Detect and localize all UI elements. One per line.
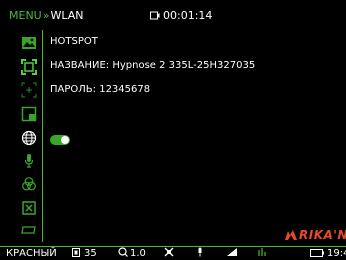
password-label: ПАРОЛЬ:	[50, 84, 97, 95]
stabilizer-icon	[164, 247, 174, 260]
video-record-icon	[150, 11, 160, 20]
palette-mode: КРАСНЫЙ	[6, 248, 57, 259]
recording-time: 00:01:14	[163, 9, 213, 22]
password-row: ПАРОЛЬ: 12345678	[50, 84, 150, 96]
header-bar: MENU»WLAN 00:01:14	[0, 0, 346, 30]
zoom-level: 1.0	[130, 248, 146, 259]
picture-in-picture-icon[interactable]	[21, 106, 37, 122]
crosshair-icon[interactable]	[21, 82, 37, 98]
network-name-value: Hypnose 2 335L-25H327035	[112, 60, 256, 71]
battery-icon[interactable]	[21, 222, 37, 238]
focus-frame-icon[interactable]	[21, 59, 37, 75]
brand-logo: RIKA'N	[284, 228, 346, 242]
breadcrumb-menu[interactable]: MENU	[9, 9, 42, 22]
globe-icon[interactable]	[21, 130, 37, 146]
sidebar	[16, 30, 43, 242]
password-value: 12345678	[99, 84, 151, 95]
breadcrumb: MENU»WLAN	[9, 9, 83, 22]
battery-status-icon	[310, 247, 324, 260]
mic-status-icon	[196, 247, 204, 260]
breadcrumb-current: WLAN	[50, 9, 84, 22]
network-name-row: НАЗВАНИЕ: Hypnose 2 335L-25H327035	[50, 60, 255, 72]
clock-time: 19:4	[327, 248, 346, 259]
hotspot-mode-label: HOTSPOT	[50, 36, 98, 47]
recording-timer: 00:01:14	[150, 9, 212, 22]
image-icon[interactable]	[21, 35, 37, 51]
wifi-status-icon	[226, 247, 238, 260]
breadcrumb-separator: »	[42, 9, 50, 22]
device-screen: MENU»WLAN 00:01:14 HOTSPOT НАЗВАНИЕ: Hyp…	[0, 0, 346, 260]
status-value: 35	[84, 248, 97, 259]
zoom-icon	[118, 247, 128, 260]
brightness-icon	[72, 247, 80, 260]
status-bar: КРАСНЫЙ 35 1.0 19:4	[0, 246, 346, 260]
network-name-label: НАЗВАНИЕ:	[50, 60, 110, 71]
fox-logo-icon	[285, 230, 297, 240]
palette-icon[interactable]	[21, 176, 37, 192]
signal-icon	[258, 247, 268, 260]
wlan-toggle[interactable]	[50, 135, 70, 145]
toggle-knob	[61, 136, 69, 144]
close-box-icon[interactable]	[21, 200, 37, 216]
microphone-icon[interactable]	[21, 153, 37, 169]
brand-logo-text: RIKA'N	[299, 228, 346, 242]
